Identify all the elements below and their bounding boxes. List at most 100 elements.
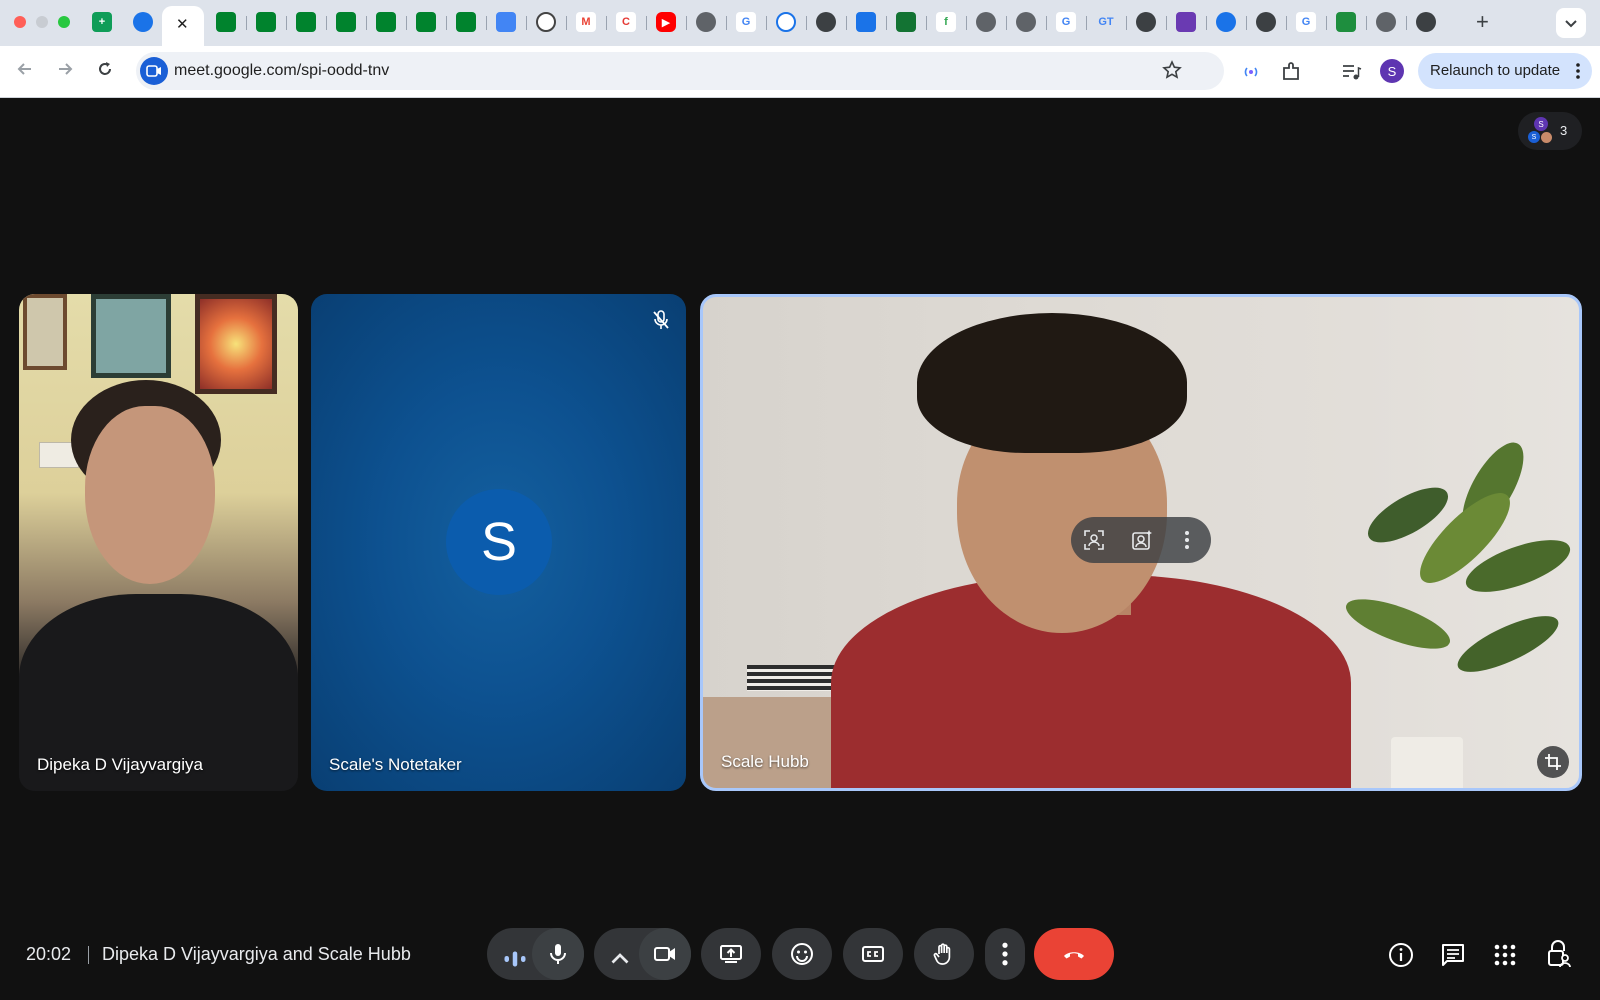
arrow-right-icon — [59, 63, 73, 75]
bookmark-star-icon[interactable] — [1162, 60, 1182, 85]
close-tab-icon[interactable]: ✕ — [176, 15, 189, 33]
reactions-button[interactable] — [772, 928, 832, 980]
relaunch-label: Relaunch to update — [1430, 62, 1561, 79]
raise-hand-button[interactable] — [914, 928, 974, 980]
app-tab-icon[interactable]: f — [936, 12, 956, 32]
chat-icon — [1442, 944, 1464, 966]
participant-tile[interactable]: S Scale's Notetaker — [311, 294, 686, 791]
hand-icon — [933, 943, 951, 965]
meet-tab-icon[interactable] — [456, 12, 476, 32]
plant-pot — [1391, 737, 1463, 788]
more-vert-icon — [1002, 942, 1008, 966]
camera-button[interactable] — [639, 928, 691, 980]
meet-tab-icon[interactable] — [376, 12, 396, 32]
google-tab-icon[interactable]: G — [1296, 12, 1316, 32]
google-tab-icon[interactable]: G — [736, 12, 756, 32]
chrome-tab-icon[interactable] — [1256, 12, 1276, 32]
app-tab-icon[interactable] — [1336, 12, 1356, 32]
translate-tab-icon[interactable]: GT — [1096, 12, 1116, 32]
audio-level-indicator — [503, 947, 527, 976]
minimize-window-icon[interactable] — [36, 16, 48, 28]
extensions-icon[interactable] — [1280, 61, 1302, 88]
meet-tab-icon[interactable] — [336, 12, 356, 32]
app-tab-icon[interactable] — [776, 12, 796, 32]
forms-tab-icon[interactable] — [1176, 12, 1196, 32]
crop-button[interactable] — [1537, 746, 1569, 778]
video-options-button[interactable] — [608, 946, 632, 975]
chrome-tab-icon[interactable] — [1136, 12, 1156, 32]
youtube-tab-icon[interactable]: ▶ — [656, 12, 676, 32]
tab-search-button[interactable] — [1556, 8, 1586, 38]
docs-tab-icon[interactable] — [496, 12, 516, 32]
call-end-icon — [1064, 952, 1084, 959]
mic-button[interactable] — [532, 928, 584, 980]
globe-tab-icon[interactable] — [976, 12, 996, 32]
active-tab[interactable]: ✕ — [162, 6, 204, 46]
cast-icon[interactable] — [1240, 61, 1262, 88]
maximize-window-icon[interactable] — [58, 16, 70, 28]
chat-button[interactable] — [1440, 942, 1466, 973]
chrome-tab-icon[interactable] — [1416, 12, 1436, 32]
participant-tile[interactable]: Scale Hubb — [700, 294, 1582, 791]
meeting-details-button[interactable] — [1388, 942, 1414, 973]
apps-grid-icon — [1494, 944, 1516, 966]
captions-button[interactable] — [843, 928, 903, 980]
relaunch-button[interactable]: Relaunch to update — [1418, 53, 1592, 89]
emoji-icon — [791, 943, 813, 965]
chrome-tab-icon[interactable] — [816, 12, 836, 32]
participant-name: Scale Hubb — [721, 752, 809, 771]
sheets-tab-icon[interactable]: + — [92, 12, 112, 32]
tab-strip: + ✕ M C ▶ G f G GT G + — [0, 0, 1600, 46]
chatgpt-tab-icon[interactable] — [536, 12, 556, 32]
divider — [88, 946, 89, 964]
back-button[interactable] — [16, 60, 34, 83]
globe-tab-icon[interactable] — [1016, 12, 1036, 32]
settings-tab-icon[interactable] — [1216, 12, 1236, 32]
wall-frame — [195, 294, 277, 394]
app-tab-icon[interactable] — [896, 12, 916, 32]
address-bar[interactable]: meet.google.com/spi-oodd-tnv — [136, 52, 1224, 90]
globe-tab-icon[interactable] — [1376, 12, 1396, 32]
extension-tab-icon[interactable] — [856, 12, 876, 32]
chevron-up-icon — [611, 953, 629, 964]
framing-icon[interactable] — [1083, 529, 1105, 551]
url-text: meet.google.com/spi-oodd-tnv — [174, 62, 390, 79]
present-screen-icon — [720, 945, 742, 963]
meet-tab-icon[interactable] — [416, 12, 436, 32]
meet-site-icon — [140, 57, 168, 85]
chrome-tab-icon[interactable] — [133, 12, 153, 32]
reload-icon — [99, 62, 111, 75]
browser-toolbar: meet.google.com/spi-oodd-tnv S Relaunch … — [0, 46, 1600, 98]
participant-count-button[interactable]: S S 3 — [1518, 112, 1582, 150]
globe-tab-icon[interactable] — [696, 12, 716, 32]
gmail-tab-icon[interactable]: M — [576, 12, 596, 32]
activities-button[interactable] — [1494, 944, 1516, 971]
tile-hover-controls — [1071, 517, 1211, 563]
participant-name: Scale's Notetaker — [329, 755, 462, 774]
media-controls-icon[interactable] — [1340, 61, 1362, 88]
wall-frame — [91, 294, 171, 378]
more-options-icon[interactable] — [1185, 531, 1189, 549]
app-tab-icon[interactable]: C — [616, 12, 636, 32]
profile-avatar[interactable]: S — [1380, 59, 1404, 83]
participant-count: 3 — [1560, 123, 1568, 138]
host-controls-button[interactable] — [1546, 940, 1572, 973]
meet-tab-icon[interactable] — [296, 12, 316, 32]
close-window-icon[interactable] — [14, 16, 26, 28]
meeting-time: 20:02 — [26, 944, 72, 964]
google-tab-icon[interactable]: G — [1056, 12, 1076, 32]
reload-button[interactable] — [96, 60, 114, 83]
meet-stage: S S 3 Dipeka D Vijayvargiya S Scale's No… — [0, 98, 1600, 1000]
new-tab-button[interactable]: + — [1476, 9, 1489, 35]
present-screen-button[interactable] — [701, 928, 761, 980]
meet-tab-icon[interactable] — [256, 12, 276, 32]
wall-frame — [23, 294, 67, 370]
leave-call-button[interactable] — [1034, 928, 1114, 980]
videocam-icon — [654, 947, 675, 961]
more-options-button[interactable] — [985, 928, 1025, 980]
meet-tab-icon[interactable] — [216, 12, 236, 32]
visual-effects-icon[interactable] — [1131, 529, 1153, 551]
forward-button[interactable] — [56, 60, 74, 83]
crop-icon — [1545, 754, 1561, 770]
participant-tile[interactable]: Dipeka D Vijayvargiya — [19, 294, 298, 791]
